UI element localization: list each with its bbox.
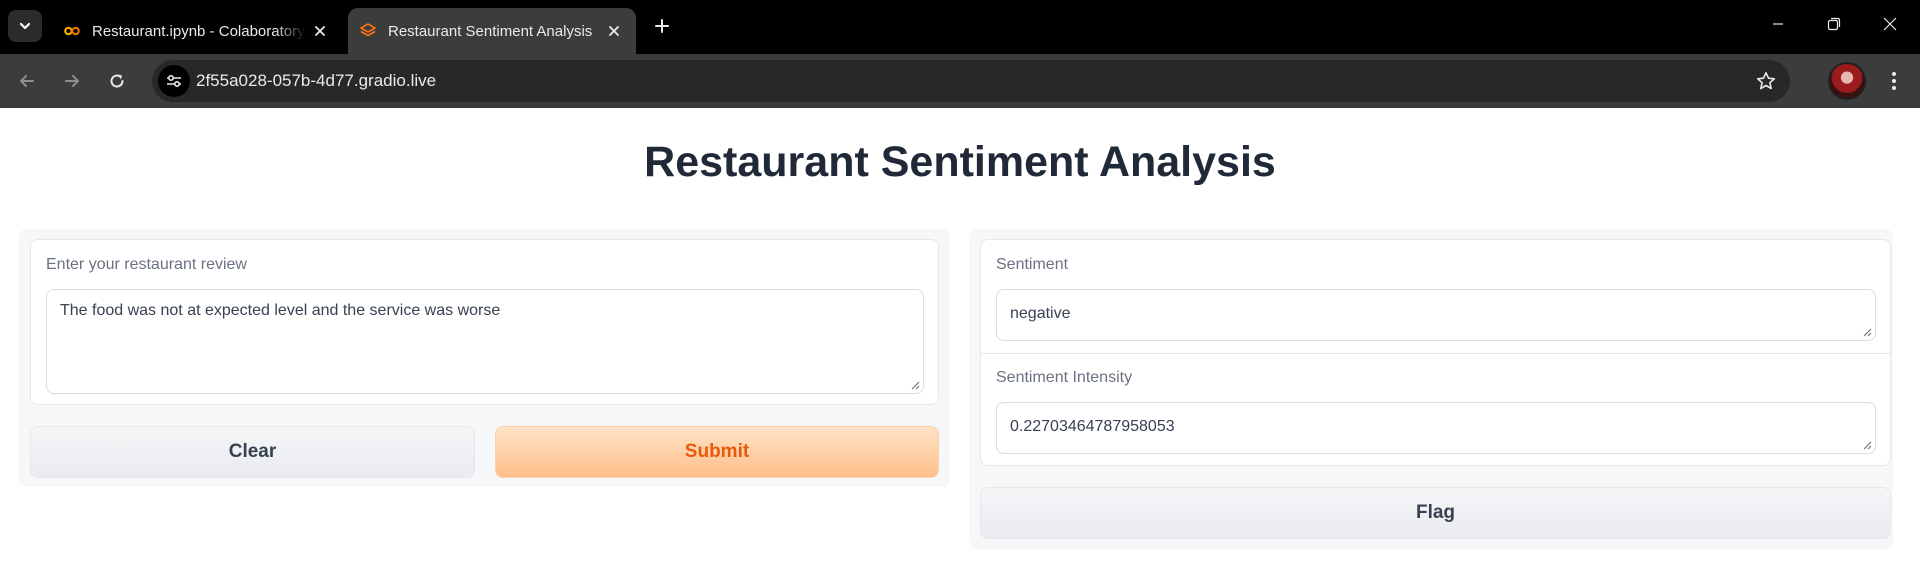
review-input-label: Enter your restaurant review (46, 256, 247, 273)
sentiment-intensity-output[interactable]: 0.22703464787958053 (996, 402, 1876, 454)
plus-icon (655, 19, 669, 33)
browser-tab[interactable]: Restaurant.ipynb - Colaboratory (50, 8, 342, 54)
arrow-right-icon (65, 75, 79, 87)
chevron-down-icon (19, 22, 31, 30)
forward-button[interactable] (56, 65, 88, 97)
browser-tab-active[interactable]: Restaurant Sentiment Analysis (348, 8, 636, 54)
outputs-block: Sentiment negative Sentiment Intensity 0… (980, 239, 1891, 466)
more-vert-icon (1892, 72, 1896, 90)
flag-button[interactable]: Flag (980, 487, 1891, 539)
minimize-button[interactable] (1750, 0, 1806, 48)
submit-button[interactable]: Submit (495, 426, 939, 478)
tune-icon (167, 74, 181, 88)
review-textarea[interactable]: The food was not at expected level and t… (46, 289, 924, 394)
sentiment-value: negative (1010, 305, 1071, 322)
profile-avatar[interactable] (1828, 62, 1866, 100)
colab-icon (64, 23, 80, 39)
review-input-block: Enter your restaurant review The food wa… (30, 239, 939, 405)
review-text: The food was not at expected level and t… (60, 302, 501, 319)
new-tab-button[interactable] (648, 12, 676, 40)
close-window-button[interactable] (1862, 0, 1918, 48)
clear-button[interactable]: Clear (30, 426, 475, 478)
tab-strip: Restaurant.ipynb - Colaboratory Restaura… (0, 0, 1920, 54)
output-divider (981, 353, 1890, 354)
restore-button[interactable] (1806, 0, 1862, 48)
gradio-icon (360, 23, 376, 39)
sentiment-intensity-label: Sentiment Intensity (996, 369, 1133, 386)
star-icon (1756, 72, 1776, 90)
tab-search-button[interactable] (8, 10, 42, 42)
resize-handle-icon[interactable] (910, 380, 920, 390)
url-text[interactable]: 2f55a028-057b-4d77.gradio.live (196, 71, 436, 91)
site-info-button[interactable] (158, 65, 190, 97)
resize-handle-icon[interactable] (1862, 440, 1872, 450)
address-bar[interactable]: 2f55a028-057b-4d77.gradio.live (152, 60, 1790, 102)
arrow-left-icon (20, 75, 34, 87)
sentiment-intensity-value: 0.22703464787958053 (1010, 418, 1175, 435)
browser-menu-button[interactable] (1880, 66, 1908, 96)
restore-icon (1827, 17, 1841, 31)
close-tab-icon[interactable] (306, 17, 334, 45)
sentiment-output[interactable]: negative (996, 289, 1876, 341)
tab-title: Restaurant Sentiment Analysis (388, 22, 593, 40)
resize-handle-icon[interactable] (1862, 327, 1872, 337)
reload-button[interactable] (101, 65, 133, 97)
input-panel: Enter your restaurant review The food wa… (19, 229, 950, 487)
close-icon (1883, 17, 1897, 31)
back-button[interactable] (11, 65, 43, 97)
browser-toolbar: 2f55a028-057b-4d77.gradio.live (0, 54, 1920, 108)
reload-icon (110, 74, 124, 88)
output-panel: Sentiment negative Sentiment Intensity 0… (969, 229, 1893, 549)
sentiment-label: Sentiment (996, 256, 1069, 273)
minimize-icon (1773, 23, 1783, 25)
tab-title: Restaurant.ipynb - Colaboratory (92, 22, 305, 40)
close-tab-icon[interactable] (600, 17, 628, 45)
bookmark-button[interactable] (1754, 69, 1778, 93)
page-title: Restaurant Sentiment Analysis (644, 138, 1276, 186)
